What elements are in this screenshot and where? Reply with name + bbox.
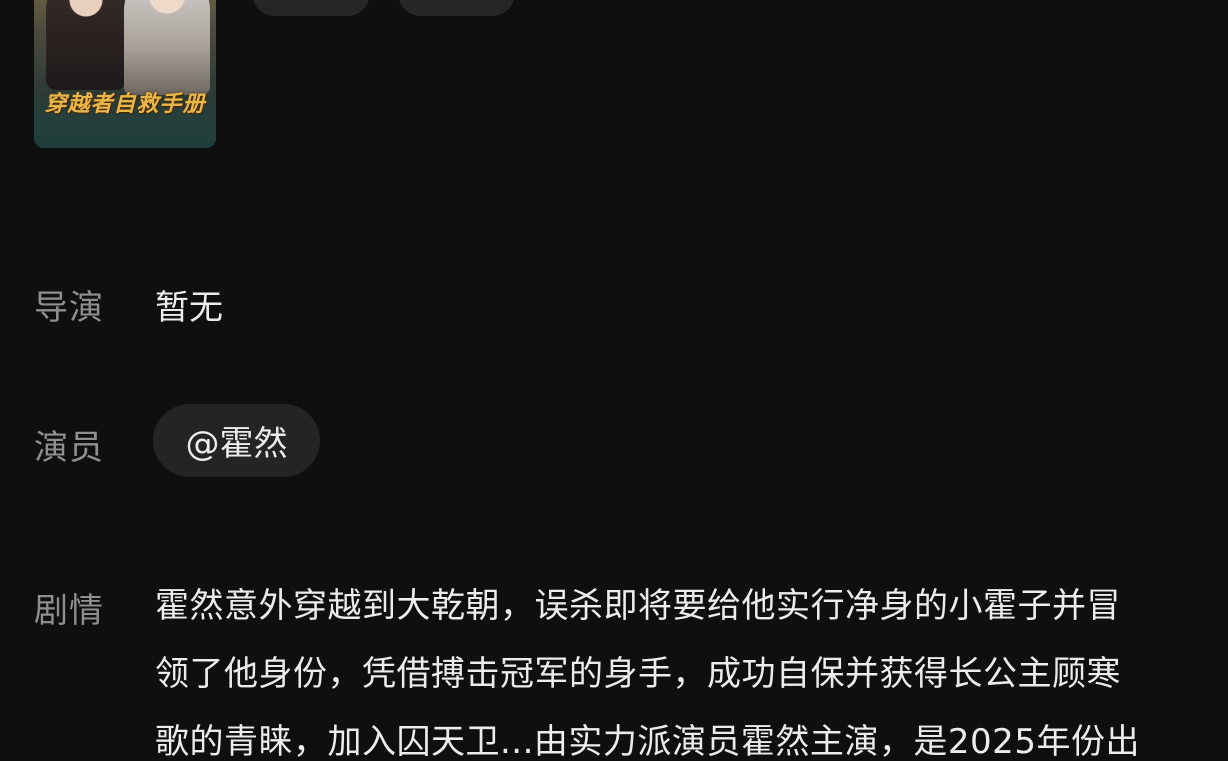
plot-description: 霍然意外穿越到大乾朝，误杀即将要给他实行净身的小霍子并冒 领了他身份，凭借搏击冠… <box>155 572 1175 761</box>
tag-pill-year[interactable] <box>252 0 370 16</box>
poster-actress-figure <box>46 0 126 90</box>
drama-poster-image[interactable]: 穿越者自救手册 <box>34 0 216 148</box>
plot-line-1: 霍然意外穿越到大乾朝，误杀即将要给他实行净身的小霍子并冒 <box>155 586 1121 626</box>
plot-line-3: 歌的青睐，加入囚天卫...由实力派演员霍然主演，是2025年份出 <box>155 722 1140 761</box>
actor-chip[interactable]: @霍然 <box>153 404 320 477</box>
plot-label: 剧情 <box>34 591 104 631</box>
tag-pill-genre[interactable] <box>398 0 515 16</box>
plot-line-2: 领了他身份，凭借搏击冠军的身手，成功自保并获得长公主顾寒 <box>155 654 1121 694</box>
poster-actor-figure <box>124 0 210 95</box>
cast-label: 演员 <box>34 428 104 468</box>
director-label: 导演 <box>34 288 104 328</box>
drama-detail-page: 穿越者自救手册 导演 暂无 演员 @霍然 剧情 霍然意外穿越到大乾朝，误杀即将要… <box>0 0 1228 761</box>
poster-title-art: 穿越者自救手册 <box>44 91 206 117</box>
director-value: 暂无 <box>155 288 223 328</box>
